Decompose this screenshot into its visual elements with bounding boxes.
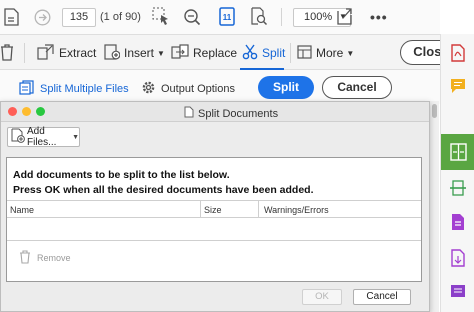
more-menu-button[interactable]: More ▼ (297, 44, 354, 62)
scan-icon[interactable] (450, 180, 466, 196)
instructions: Add documents to be split to the list be… (13, 168, 314, 198)
split-multiple-files-button[interactable]: Split Multiple Files (19, 80, 129, 98)
replace-button[interactable]: Replace (171, 43, 238, 63)
add-file-icon (11, 128, 25, 146)
create-pdf-icon[interactable] (450, 249, 466, 267)
split-button[interactable]: Split (258, 76, 314, 99)
split-options-bar: Split Multiple Files Output Options Spli… (0, 70, 440, 104)
insert-label: Insert (124, 46, 155, 60)
insert-icon (104, 43, 121, 63)
document-icon (184, 106, 194, 121)
column-divider (200, 201, 201, 218)
output-options-label: Output Options (161, 83, 235, 95)
share-icon[interactable] (337, 7, 353, 30)
extract-icon (37, 43, 55, 63)
svg-text:11: 11 (223, 13, 232, 22)
instruction-line-1: Add documents to be split to the list be… (13, 169, 230, 181)
dialog-title-text: Split Documents (198, 107, 279, 120)
scrollbar-track[interactable] (430, 101, 439, 312)
extract-label: Extract (59, 46, 97, 60)
window-minimize-button[interactable] (22, 107, 31, 116)
gear-icon (141, 80, 156, 98)
dialog-title: Split Documents (184, 106, 278, 121)
add-files-label: Add Files... (27, 126, 57, 148)
chevron-down-icon: ▼ (346, 48, 355, 58)
zoom-tool-icon[interactable] (250, 7, 268, 31)
dialog-titlebar: Split Documents (1, 102, 429, 122)
export-pdf-icon[interactable] (450, 213, 466, 230)
documents-panel: Add documents to be split to the list be… (6, 157, 422, 282)
replace-icon (171, 43, 189, 63)
documents-table-header: Name Size Warnings/Errors (7, 200, 421, 218)
documents-list[interactable] (7, 219, 421, 241)
split-multiple-label: Split Multiple Files (40, 83, 129, 95)
up-arrow-icon[interactable] (34, 9, 51, 31)
save-icon[interactable] (3, 8, 19, 31)
top-nav-bar: 135 (1 of 90) 11 100% ▼ ••• (0, 0, 440, 34)
comment-icon[interactable] (450, 78, 466, 94)
organize-pages-icon (450, 143, 467, 166)
instruction-line-2: Press OK when all the desired documents … (13, 184, 314, 196)
zoom-out-icon[interactable] (183, 8, 201, 31)
window-close-button[interactable] (8, 107, 17, 116)
more-label: More (316, 46, 344, 60)
pdf-icon[interactable] (450, 44, 466, 62)
more-icon[interactable]: ••• (370, 9, 388, 25)
page-count-label: (1 of 90) (100, 11, 141, 23)
extract-button[interactable]: Extract (37, 43, 97, 63)
scissors-icon (242, 44, 258, 63)
right-tool-rail (440, 34, 474, 312)
more-tools-icon (297, 44, 312, 62)
fit-page-icon[interactable]: 11 (219, 7, 235, 31)
column-header-name[interactable]: Name (10, 205, 34, 215)
remove-label: Remove (37, 253, 71, 263)
split-tab[interactable]: Split (242, 44, 285, 62)
edit-pdf-icon[interactable] (450, 284, 466, 300)
window-zoom-button[interactable] (36, 107, 45, 116)
column-divider (258, 201, 259, 218)
insert-button[interactable]: Insert ▼ (104, 43, 165, 63)
scrollbar-thumb[interactable] (432, 104, 437, 118)
split-multiple-icon (19, 80, 35, 98)
chevron-down-icon: ▼ (72, 133, 79, 141)
ok-button[interactable]: OK (302, 289, 342, 305)
trash-icon (19, 250, 31, 266)
divider (290, 43, 291, 63)
column-header-warnings[interactable]: Warnings/Errors (264, 205, 329, 215)
delete-icon[interactable] (0, 43, 14, 66)
column-header-size[interactable]: Size (204, 205, 222, 215)
chevron-down-icon: ▼ (157, 48, 165, 58)
page-number-input[interactable]: 135 (62, 8, 96, 27)
cancel-button[interactable]: Cancel (322, 76, 392, 99)
add-files-dropdown[interactable]: Add Files... ▼ (7, 126, 80, 148)
divider (281, 8, 282, 26)
split-documents-dialog: Split Documents Add Files... ▼ Add docum… (0, 101, 430, 312)
divider (24, 43, 25, 63)
select-icon[interactable] (152, 7, 170, 30)
edit-toolbar: Extract Insert ▼ Replace Split More ▼ Cl… (0, 34, 462, 70)
dialog-cancel-button[interactable]: Cancel (353, 289, 411, 305)
split-tab-label: Split (262, 46, 286, 60)
organize-pages-tool[interactable] (441, 134, 474, 170)
replace-label: Replace (193, 46, 238, 60)
remove-button[interactable]: Remove (19, 250, 71, 266)
output-options-button[interactable]: Output Options (141, 80, 235, 98)
